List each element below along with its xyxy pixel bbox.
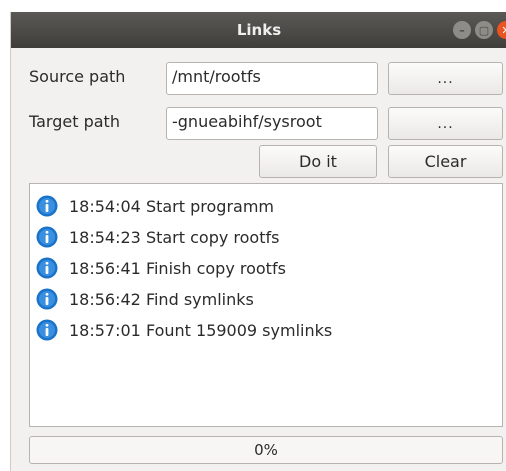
target-path-label: Target path xyxy=(29,112,120,131)
info-icon xyxy=(36,288,58,310)
list-item: 18:54:23 Start copy rootfs xyxy=(36,224,279,250)
info-icon xyxy=(36,195,58,217)
info-icon xyxy=(36,226,58,248)
close-icon[interactable]: ✕ xyxy=(497,21,506,39)
window-controls: – ▢ ✕ xyxy=(453,21,506,39)
do-it-button[interactable]: Do it xyxy=(259,145,377,178)
log-entry-text: 18:54:23 Start copy rootfs xyxy=(69,227,280,247)
minimize-icon[interactable]: – xyxy=(453,21,471,39)
list-item: 18:54:04 Start programm xyxy=(36,193,274,219)
title-bar[interactable]: Links – ▢ ✕ xyxy=(11,12,506,48)
target-browse-button[interactable]: ... xyxy=(388,107,503,140)
target-path-input[interactable]: -gnueabihf/sysroot xyxy=(166,107,378,140)
list-item: 18:57:01 Fount 159009 symlinks xyxy=(36,317,332,343)
source-path-label: Source path xyxy=(29,67,126,86)
log-entry-text: 18:56:41 Finish copy rootfs xyxy=(69,258,286,278)
links-window: Links – ▢ ✕ Source path /mnt/rootfs ... … xyxy=(10,12,506,471)
log-entry-text: 18:54:04 Start programm xyxy=(69,196,274,216)
progress-bar: 0% xyxy=(29,436,503,464)
info-icon xyxy=(36,319,58,341)
progress-text: 0% xyxy=(254,441,278,459)
list-item: 18:56:42 Find symlinks xyxy=(36,286,254,312)
source-path-input[interactable]: /mnt/rootfs xyxy=(166,62,378,95)
info-icon xyxy=(36,257,58,279)
maximize-icon[interactable]: ▢ xyxy=(475,21,493,39)
log-list[interactable]: 18:54:04 Start programm 18:54:23 Start c… xyxy=(29,183,503,427)
list-item: 18:56:41 Finish copy rootfs xyxy=(36,255,286,281)
log-entry-text: 18:57:01 Fount 159009 symlinks xyxy=(69,320,333,340)
source-browse-button[interactable]: ... xyxy=(388,62,503,95)
window-title: Links xyxy=(236,21,282,39)
clear-button[interactable]: Clear xyxy=(388,145,503,178)
log-entry-text: 18:56:42 Find symlinks xyxy=(69,289,254,309)
